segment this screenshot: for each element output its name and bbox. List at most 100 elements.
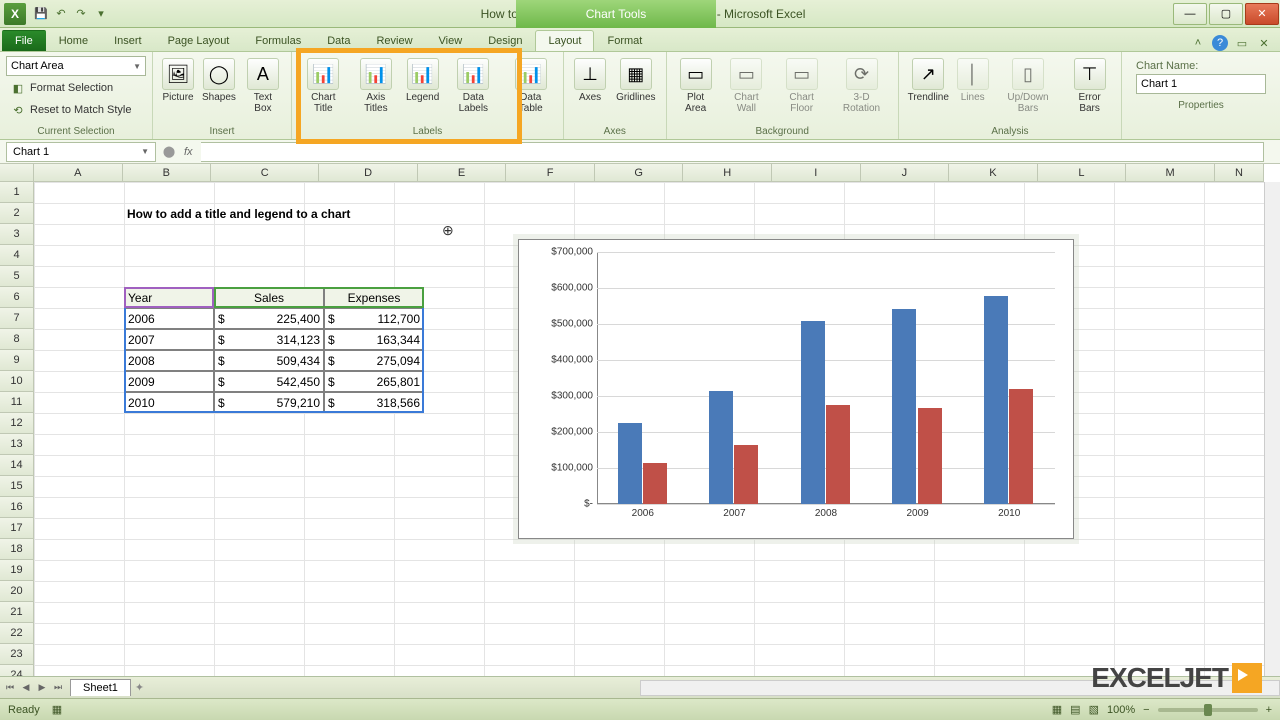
col-header-C[interactable]: C [211,164,319,181]
legend-button[interactable]: 📊Legend [403,56,442,105]
chart-wall-button[interactable]: ▭Chart Wall [721,56,773,116]
cell[interactable]: $318,566 [324,392,424,413]
chart-bar[interactable] [1009,389,1033,504]
tab-design[interactable]: Design [475,30,535,51]
row-header-1[interactable]: 1 [0,182,34,203]
zoom-level[interactable]: 100% [1107,704,1135,716]
row-header-7[interactable]: 7 [0,308,34,329]
chart-name-input[interactable] [1136,74,1266,94]
chart-bar[interactable] [826,405,850,504]
select-all-corner[interactable] [0,164,34,182]
cell[interactable]: 2007 [124,329,214,350]
cell[interactable]: $163,344 [324,329,424,350]
tab-nav-last[interactable]: ⏭ [50,680,66,696]
tab-nav-prev[interactable]: ◀ [18,680,34,696]
chart-bar[interactable] [734,445,758,504]
updown-button[interactable]: ▯Up/Down Bars [994,56,1063,116]
chart-bar[interactable] [709,391,733,504]
tab-formulas[interactable]: Formulas [242,30,314,51]
row-header-19[interactable]: 19 [0,560,34,581]
redo-icon[interactable]: ↷ [72,5,90,23]
row-header-12[interactable]: 12 [0,413,34,434]
zoom-slider[interactable] [1158,708,1258,712]
chart-bar[interactable] [918,408,942,504]
col-header-G[interactable]: G [595,164,684,181]
col-header-J[interactable]: J [861,164,950,181]
sheet-tab-1[interactable]: Sheet1 [70,679,131,696]
row-header-2[interactable]: 2 [0,203,34,224]
cell[interactable]: $265,801 [324,371,424,392]
col-header-K[interactable]: K [949,164,1038,181]
view-layout-icon[interactable]: ▤ [1070,703,1080,716]
col-header-D[interactable]: D [319,164,417,181]
embedded-chart[interactable]: $-$100,000$200,000$300,000$400,000$500,0… [518,239,1074,539]
row-header-6[interactable]: 6 [0,287,34,308]
row-header-24[interactable]: 24 [0,665,34,676]
row-header-23[interactable]: 23 [0,644,34,665]
cell[interactable]: $112,700 [324,308,424,329]
fx-icon[interactable]: fx [184,146,193,158]
tab-data[interactable]: Data [314,30,363,51]
row-header-11[interactable]: 11 [0,392,34,413]
maximize-button[interactable]: ▢ [1209,3,1243,25]
new-sheet-icon[interactable]: ✦ [135,681,144,694]
axis-titles-button[interactable]: 📊Axis Titles [351,56,401,116]
cell[interactable]: $579,210 [214,392,324,413]
col-header-N[interactable]: N [1215,164,1264,181]
axes-button[interactable]: ⊥Axes [570,56,610,105]
tab-format[interactable]: Format [594,30,655,51]
tab-view[interactable]: View [426,30,476,51]
undo-icon[interactable]: ↶ [52,5,70,23]
col-header-L[interactable]: L [1038,164,1127,181]
cell[interactable]: Expenses [324,287,424,308]
cell[interactable]: 2006 [124,308,214,329]
col-header-E[interactable]: E [418,164,507,181]
format-selection-button[interactable]: ◧Format Selection [6,78,146,98]
qat-dropdown-icon[interactable]: ▾ [92,5,110,23]
row-header-8[interactable]: 8 [0,329,34,350]
error-bars-button[interactable]: ⊤Error Bars [1064,56,1115,116]
cell[interactable]: 2010 [124,392,214,413]
row-header-16[interactable]: 16 [0,497,34,518]
data-labels-button[interactable]: 📊Data Labels [444,56,502,116]
chart-title-button[interactable]: 📊Chart Title [298,56,349,116]
row-header-14[interactable]: 14 [0,455,34,476]
chart-element-dropdown[interactable]: Chart Area▼ [6,56,146,76]
cell[interactable]: Year [124,287,214,308]
col-header-B[interactable]: B [123,164,212,181]
row-header-5[interactable]: 5 [0,266,34,287]
shapes-button[interactable]: ◯Shapes [199,56,239,105]
vertical-scrollbar[interactable] [1264,182,1280,676]
tab-file[interactable]: File [2,30,46,51]
zoom-in-icon[interactable]: + [1266,704,1272,716]
name-box[interactable]: Chart 1▼ [6,142,156,162]
tab-page-layout[interactable]: Page Layout [155,30,243,51]
col-header-A[interactable]: A [34,164,123,181]
rotation-button[interactable]: ⟳3-D Rotation [831,56,892,116]
cell[interactable]: $542,450 [214,371,324,392]
cell[interactable]: $314,123 [214,329,324,350]
chart-bar[interactable] [892,309,916,504]
close-button[interactable]: ✕ [1245,3,1279,25]
chart-bar[interactable] [801,321,825,504]
row-header-13[interactable]: 13 [0,434,34,455]
tab-layout[interactable]: Layout [535,30,594,51]
col-header-F[interactable]: F [506,164,595,181]
row-header-10[interactable]: 10 [0,371,34,392]
worksheet-area[interactable]: ABCDEFGHIJKLMN 1234567891011121314151617… [0,164,1280,676]
cell[interactable]: 2008 [124,350,214,371]
row-header-15[interactable]: 15 [0,476,34,497]
window-restore-icon[interactable]: ▭ [1234,35,1250,51]
cell[interactable]: Sales [214,287,324,308]
col-header-M[interactable]: M [1126,164,1215,181]
minimize-button[interactable]: — [1173,3,1207,25]
chart-bar[interactable] [618,423,642,504]
gridlines-button[interactable]: ▦Gridlines [612,56,659,105]
row-header-22[interactable]: 22 [0,623,34,644]
tab-review[interactable]: Review [363,30,425,51]
cell[interactable]: $275,094 [324,350,424,371]
picture-button[interactable]: 🖼Picture [159,56,197,105]
chart-floor-button[interactable]: ▭Chart Floor [774,56,829,116]
zoom-out-icon[interactable]: − [1143,704,1149,716]
trendline-button[interactable]: ↗Trendline [905,56,952,105]
